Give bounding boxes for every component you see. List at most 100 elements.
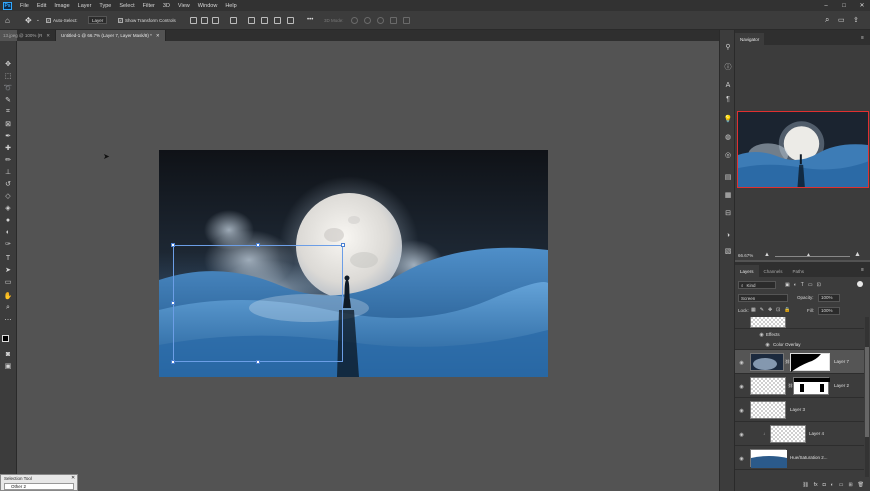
menu-image[interactable]: Image bbox=[50, 3, 73, 9]
quick-mask-icon[interactable]: ◙ bbox=[3, 349, 13, 359]
align-vcenter-icon[interactable] bbox=[201, 17, 208, 24]
brushes-icon[interactable]: ▧ bbox=[723, 246, 733, 256]
menu-type[interactable]: Type bbox=[95, 3, 115, 9]
zoom-tool-icon[interactable]: ⌕ bbox=[3, 303, 13, 313]
menu-help[interactable]: Help bbox=[221, 3, 240, 9]
frame-tool-icon[interactable]: ⊠ bbox=[3, 119, 13, 129]
show-transform-checkbox[interactable]: ✓ Show Transform Controls bbox=[118, 15, 176, 25]
close-button[interactable]: ✕ bbox=[856, 0, 868, 11]
opacity-input[interactable]: 100% bbox=[818, 294, 840, 302]
layer-row-layer-7[interactable]: ◉ ⛓ Layer 7 bbox=[735, 350, 864, 374]
align-top-icon[interactable] bbox=[190, 17, 197, 24]
menu-filter[interactable]: Filter bbox=[139, 3, 159, 9]
more-options-button[interactable]: ••• bbox=[307, 15, 313, 25]
history-icon[interactable]: ⚲ bbox=[723, 42, 733, 52]
doc-tab-2[interactable]: Untitled-1 @ 66.7% (Layer 7, Layer Mask/… bbox=[56, 30, 166, 41]
layer-name[interactable]: Hue/Saturation 2... bbox=[790, 455, 828, 460]
pen-tool-icon[interactable]: ✑ bbox=[3, 239, 13, 249]
menu-file[interactable]: File bbox=[16, 3, 33, 9]
minimize-button[interactable]: – bbox=[820, 0, 832, 11]
lock-position-icon[interactable]: ✥ bbox=[768, 307, 772, 313]
paragraph-icon[interactable]: ¶ bbox=[723, 94, 733, 104]
navigator-preview[interactable] bbox=[737, 111, 869, 188]
move-tool-icon[interactable]: ✥ bbox=[25, 15, 32, 25]
maximize-button[interactable]: □ bbox=[838, 0, 850, 11]
lock-transparency-icon[interactable]: ▦ bbox=[751, 307, 756, 313]
character-icon[interactable]: A bbox=[723, 80, 733, 90]
transform-handle[interactable] bbox=[256, 243, 260, 247]
zoom-slider-thumb[interactable]: ▲ bbox=[806, 252, 811, 258]
distribute-vcenter-icon[interactable] bbox=[261, 17, 268, 24]
adjustment-icon[interactable]: ◐ bbox=[831, 482, 834, 488]
history-brush-icon[interactable]: ↺ bbox=[3, 179, 13, 189]
move-tool-icon[interactable]: ✥ bbox=[3, 59, 13, 69]
group-icon[interactable]: ▭ bbox=[839, 482, 844, 488]
eye-icon[interactable]: ◉ bbox=[738, 432, 745, 438]
filter-toggle-icon[interactable] bbox=[857, 281, 863, 287]
adjustment-filter-icon[interactable]: ◐ bbox=[794, 282, 797, 288]
tab-paths[interactable]: Paths bbox=[788, 265, 810, 277]
workspace-icon[interactable]: ▭ bbox=[838, 15, 845, 25]
transform-handle[interactable] bbox=[171, 301, 175, 305]
menu-edit[interactable]: Edit bbox=[33, 3, 50, 9]
3d-scale-icon[interactable] bbox=[403, 17, 410, 24]
transform-handle[interactable] bbox=[171, 360, 175, 364]
shape-filter-icon[interactable]: ▭ bbox=[808, 282, 813, 288]
3d-orbit-icon[interactable] bbox=[351, 17, 358, 24]
eyedropper-tool-icon[interactable]: ✒ bbox=[3, 131, 13, 141]
search-icon[interactable]: ⌕ bbox=[825, 15, 829, 25]
menu-select[interactable]: Select bbox=[115, 3, 138, 9]
more-tools-icon[interactable]: ⋯ bbox=[3, 315, 13, 325]
tab-navigator[interactable]: Navigator bbox=[735, 33, 765, 45]
fx-icon[interactable]: fx bbox=[814, 482, 818, 488]
align-left-icon[interactable] bbox=[230, 17, 237, 24]
share-icon[interactable]: ⇪ bbox=[853, 15, 859, 25]
healing-tool-icon[interactable]: ✚ bbox=[3, 143, 13, 153]
close-icon[interactable]: ✕ bbox=[156, 33, 160, 39]
mask-icon[interactable]: ◘ bbox=[823, 482, 826, 488]
paint-bucket-icon[interactable]: ◈ bbox=[3, 203, 13, 213]
distribute-top-icon[interactable] bbox=[248, 17, 255, 24]
auto-select-target-select[interactable]: Layer bbox=[88, 15, 108, 25]
layer-row-layer-4[interactable]: ◉ ↓ Layer 4 bbox=[735, 422, 864, 446]
align-bottom-icon[interactable] bbox=[212, 17, 219, 24]
layer-row-layer-2[interactable]: ◉ ⛓ Layer 2 bbox=[735, 374, 864, 398]
fill-input[interactable]: 100% bbox=[818, 307, 840, 315]
layer-mask-thumbnail[interactable] bbox=[790, 353, 830, 372]
layer-row-partial[interactable] bbox=[735, 317, 864, 329]
brush-tool-icon[interactable]: ✏ bbox=[3, 155, 13, 165]
menu-view[interactable]: View bbox=[174, 3, 194, 9]
type-filter-icon[interactable]: T bbox=[801, 282, 804, 288]
close-icon[interactable]: ✕ bbox=[71, 475, 75, 481]
trash-icon[interactable]: 🗑 bbox=[858, 482, 864, 488]
scrollbar-thumb[interactable] bbox=[865, 347, 869, 437]
lock-artboard-icon[interactable]: ⊡ bbox=[776, 307, 780, 313]
tab-channels[interactable]: Channels bbox=[759, 265, 788, 277]
navigator-zoom-value[interactable]: 66.67% bbox=[738, 253, 753, 258]
zoom-in-icon[interactable]: ▲ bbox=[854, 251, 861, 258]
hand-tool-icon[interactable]: ✋ bbox=[3, 291, 13, 301]
menu-layer[interactable]: Layer bbox=[74, 3, 96, 9]
adjustments-icon[interactable]: ▤ bbox=[723, 172, 733, 182]
stamp-tool-icon[interactable]: ⊥ bbox=[3, 167, 13, 177]
3d-slide-icon[interactable] bbox=[390, 17, 397, 24]
new-layer-icon[interactable]: ⊞ bbox=[848, 482, 852, 488]
panel-menu-icon[interactable]: ≡ bbox=[861, 267, 864, 273]
layer-name[interactable]: Layer 2 bbox=[834, 383, 849, 388]
crop-tool-icon[interactable]: ⌗ bbox=[3, 107, 13, 117]
transform-handle[interactable] bbox=[341, 243, 345, 247]
eye-icon[interactable]: ◉ bbox=[758, 332, 765, 338]
libraries-icon[interactable]: ◎ bbox=[723, 150, 733, 160]
effects-row[interactable]: ◉ Effects bbox=[735, 330, 864, 340]
distribute-left-icon[interactable] bbox=[287, 17, 294, 24]
transform-handle[interactable] bbox=[256, 360, 260, 364]
doc-tab-1[interactable]: 13.jpeg @ 100% (RGB/8) ✕ bbox=[0, 30, 56, 41]
layers-scrollbar[interactable] bbox=[865, 317, 869, 477]
layer-row-layer-3[interactable]: ◉ Layer 3 bbox=[735, 398, 864, 422]
path-select-icon[interactable]: ➤ bbox=[3, 265, 13, 275]
floating-mini-panel[interactable]: Selection Tool ✕ Other 2 bbox=[0, 474, 78, 491]
eye-icon[interactable]: ◉ bbox=[738, 384, 745, 390]
eye-icon[interactable]: ◉ bbox=[738, 408, 745, 414]
styles-icon[interactable]: ▦ bbox=[723, 190, 733, 200]
info-icon[interactable]: ⓘ bbox=[723, 62, 733, 72]
